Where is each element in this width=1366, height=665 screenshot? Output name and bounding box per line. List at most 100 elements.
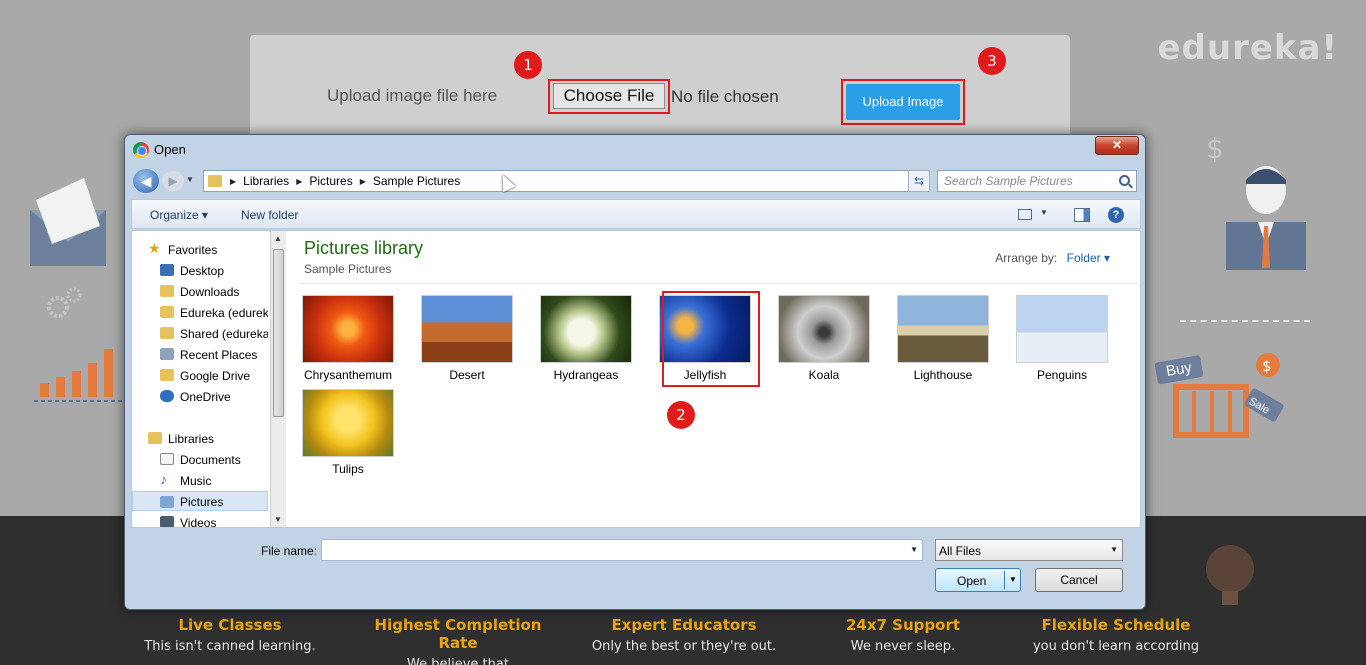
file-item-tulips[interactable]: Tulips [302,389,394,476]
nav-label: Pictures [180,495,224,509]
new-folder-button[interactable]: New folder [241,208,298,222]
close-button[interactable]: ✕ [1095,136,1139,155]
nav-label: Videos [180,516,217,527]
navigation-scrollbar[interactable]: ▲ ▼ [270,231,286,527]
feature-title: Live Classes [178,616,282,634]
step-badge-1: 1 [514,51,542,79]
nav-label: Music [180,474,212,488]
refresh-icon[interactable]: ⇆ [908,170,930,192]
gear-illustration [47,287,82,318]
file-item-desert[interactable]: Desert [421,295,513,382]
command-toolbar: Organize ▾ New folder ▼ ? [131,199,1141,229]
file-name-input[interactable]: ▼ [321,539,923,561]
hydrangeas-thumbnail [540,295,632,363]
file-item-penguins[interactable]: Penguins [1016,295,1108,382]
upload-label: Upload image file here [327,86,498,105]
feature-title: Highest Completion Rate [374,616,542,652]
nav-item-downloads[interactable]: Downloads [132,281,268,301]
open-file-dialog: Open ✕ ◀ ▶ ▼ ▶ Libraries ▶ Pictures ▶ Sa… [124,134,1146,610]
search-icon[interactable] [1119,175,1130,186]
nav-item-desktop[interactable]: Desktop [132,260,268,280]
view-dropdown-icon: ▼ [1040,208,1048,217]
nav-label: Downloads [180,285,240,299]
lighthouse-thumbnail [897,295,989,363]
feature-expert-educators: Expert Educators Only the best or they'r… [584,616,784,654]
folder-icon [160,306,174,318]
navigation-pane: ★ Favorites Desktop Downloads Edureka (e… [132,231,272,527]
nav-item-documents[interactable]: Documents [132,449,268,469]
scroll-down-icon[interactable]: ▼ [274,515,282,524]
organize-menu[interactable]: Organize ▾ [150,208,208,222]
navigation-row: ◀ ▶ ▼ ▶ Libraries ▶ Pictures ▶ Sample Pi… [133,169,1139,193]
breadcrumb-separator-icon: ▶ [359,176,366,186]
breadcrumb-separator-icon: ▶ [296,176,303,186]
onedrive-icon [160,390,174,402]
address-bar[interactable]: ▶ Libraries ▶ Pictures ▶ Sample Pictures… [203,170,929,192]
nav-item-videos[interactable]: Videos [132,512,268,527]
nav-label: OneDrive [180,390,231,404]
history-dropdown-icon[interactable]: ▼ [186,175,194,184]
file-name-dropdown-icon[interactable]: ▼ [910,545,918,554]
libraries-icon [148,432,162,444]
step-badge-3: 3 [978,47,1006,75]
arrange-by: Arrange by: Folder ▾ [995,251,1110,265]
nav-libraries-header[interactable]: Libraries [132,428,268,448]
nav-item-recent-places[interactable]: Recent Places [132,344,268,364]
feature-desc: We never sleep. [850,639,956,654]
breadcrumb-pictures[interactable]: Pictures [309,174,352,188]
file-name-label: Tulips [332,462,364,476]
help-button[interactable]: ? [1108,206,1126,224]
chrome-icon [133,142,149,158]
dialog-titlebar[interactable]: Open ✕ [125,135,1145,165]
breadcrumb-sample-pictures[interactable]: Sample Pictures [373,174,460,188]
scroll-up-icon[interactable]: ▲ [274,234,282,243]
desktop-icon [160,264,174,276]
feature-support: 24x7 Support We never sleep. [803,616,1003,654]
file-name-label: Koala [808,368,840,382]
back-arrow-icon[interactable]: ◀ [133,169,159,193]
change-view-button[interactable]: ▼ [1018,206,1054,224]
open-button[interactable]: Open ▼ [935,568,1021,592]
file-item-chrysanthemum[interactable]: Chrysanthemum [302,295,394,382]
scroll-thumb[interactable] [273,249,284,417]
search-placeholder: Search Sample Pictures [944,174,1073,188]
dialog-footer: File name: ▼ All Files ▼ Open ▼ Cancel [131,533,1141,603]
feature-live-classes: Live Classes This isn't canned learning. [130,616,330,654]
file-item-hydrangeas[interactable]: Hydrangeas [540,295,632,382]
preview-pane-button[interactable] [1074,206,1092,224]
nav-favorites-header[interactable]: ★ Favorites [132,239,268,259]
arrange-by-dropdown[interactable]: Folder ▾ [1067,251,1110,265]
nav-item-pictures[interactable]: Pictures [132,491,268,511]
envelope-illustration [30,178,106,266]
feature-title: Expert Educators [611,616,757,634]
forward-arrow-icon[interactable]: ▶ [162,171,184,191]
file-type-dropdown-icon: ▼ [1110,545,1118,554]
feature-flexible-schedule: Flexible Schedule you don't learn accord… [1016,616,1216,654]
lightbulb-illustration [1206,545,1254,605]
bar-chart-illustration [34,349,126,402]
arrange-by-label: Arrange by: [995,251,1058,265]
file-item-koala[interactable]: Koala [778,295,870,382]
open-dropdown-icon[interactable]: ▼ [1009,575,1017,584]
feature-title: Flexible Schedule [1041,616,1191,634]
folder-icon [160,327,174,339]
search-input[interactable]: Search Sample Pictures [937,170,1137,192]
nav-item-edureka[interactable]: Edureka (edurek [132,302,268,322]
cancel-button[interactable]: Cancel [1035,568,1123,592]
nav-item-google-drive[interactable]: Google Drive [132,365,268,385]
file-type-select[interactable]: All Files ▼ [935,539,1123,561]
nav-item-onedrive[interactable]: OneDrive [132,386,268,406]
nav-item-music[interactable]: ♪ Music [132,470,268,490]
nav-label: Favorites [168,243,218,257]
file-item-lighthouse[interactable]: Lighthouse [897,295,989,382]
penguins-thumbnail [1016,295,1108,363]
nav-item-shared[interactable]: Shared (edureka [132,323,268,343]
dotted-divider [1180,320,1310,322]
help-icon: ? [1108,207,1124,223]
file-list-pane: Pictures library Sample Pictures Arrange… [288,231,1140,527]
file-name-label: Penguins [1036,368,1088,382]
breadcrumb-separator-icon: ▶ [230,176,237,186]
file-name-label: Chrysanthemum [303,368,393,382]
breadcrumb-libraries[interactable]: Libraries [243,174,289,188]
music-icon: ♪ [160,471,167,487]
